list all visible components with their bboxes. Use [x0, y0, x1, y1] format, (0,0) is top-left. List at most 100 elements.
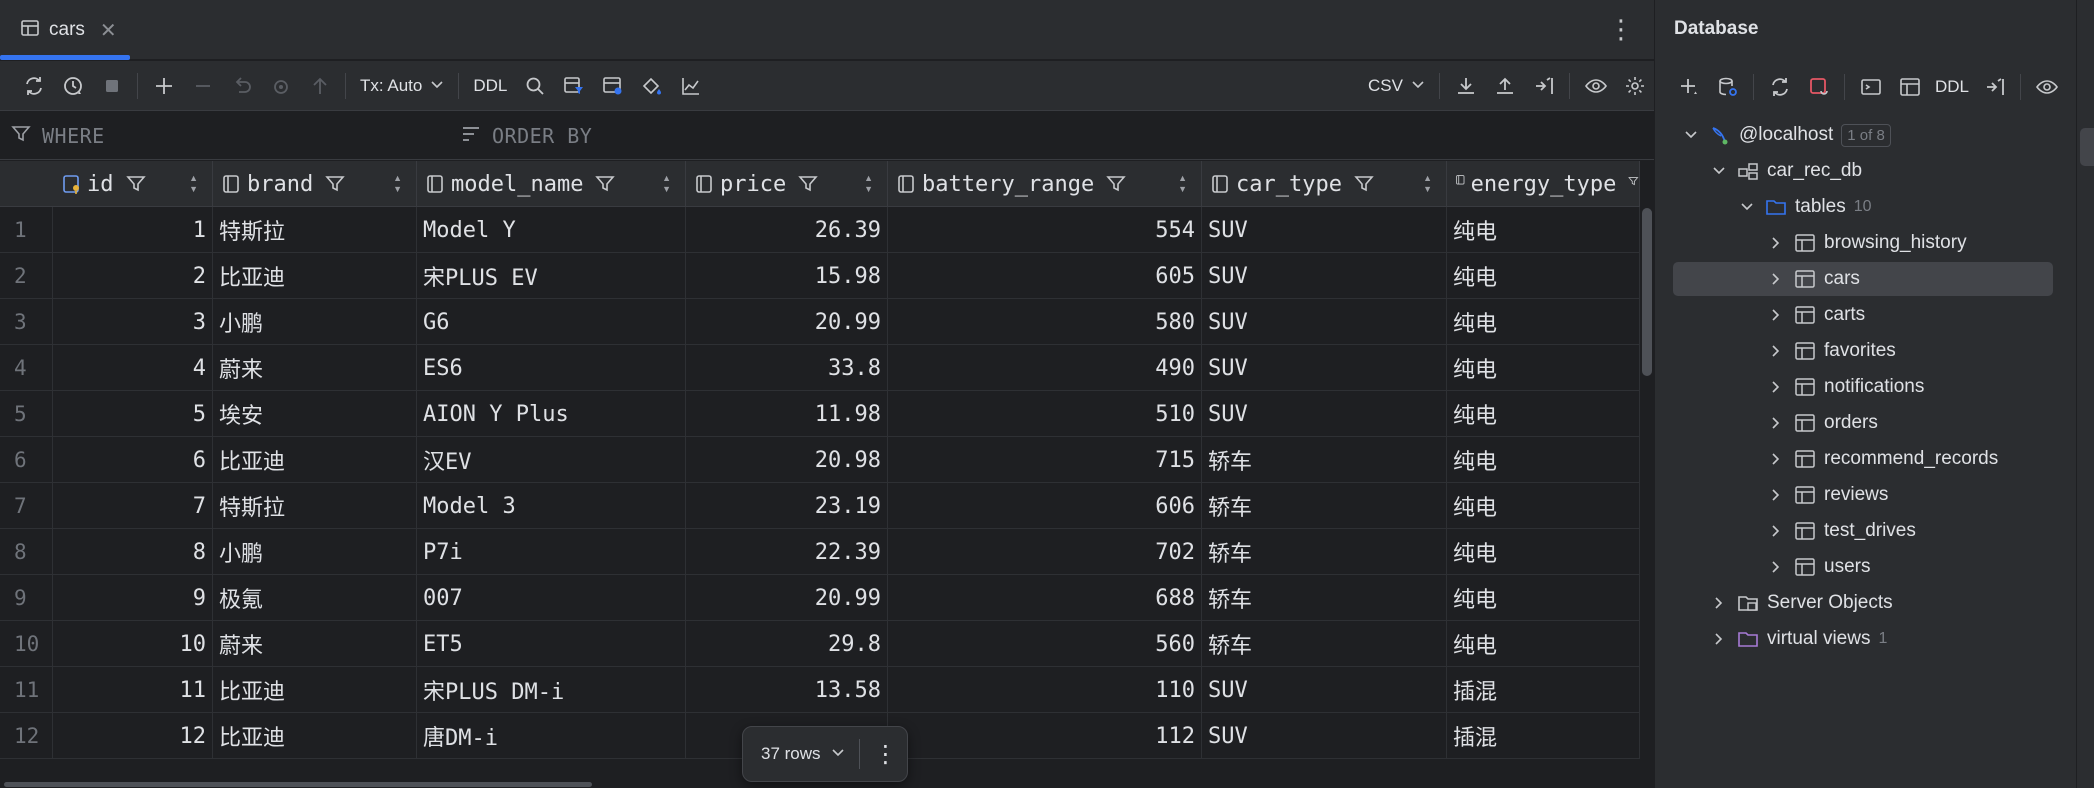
chevron-right-icon[interactable]	[1768, 271, 1784, 287]
cell-brand[interactable]: 蔚来	[213, 345, 417, 391]
chevron-right-icon[interactable]	[1768, 559, 1784, 575]
tree-node-car-rec-db[interactable]: car_rec_db	[1655, 154, 2077, 188]
table-row[interactable]: 9 9 极氪 007 20.99 688 轿车 纯电	[0, 575, 1640, 621]
cell-brand[interactable]: 比亚迪	[213, 253, 417, 299]
chevron-right-icon[interactable]	[1711, 631, 1727, 647]
close-icon[interactable]: ✕	[100, 18, 117, 43]
cell-energy-type[interactable]: 插混	[1447, 713, 1640, 759]
cell-model-name[interactable]: 唐DM-i	[417, 713, 686, 759]
cell-price[interactable]: 26.39	[686, 207, 888, 253]
cell-energy-type[interactable]: 插混	[1447, 667, 1640, 713]
cell-id[interactable]: 2	[53, 253, 213, 299]
compare-icon[interactable]	[1975, 67, 2014, 107]
tree-node-table-recommend-records[interactable]: recommend_records	[1655, 442, 2077, 476]
sort-icon[interactable]: ▲ ▼	[662, 173, 671, 195]
chevron-right-icon[interactable]	[1768, 235, 1784, 251]
cell-brand[interactable]: 比亚迪	[213, 713, 417, 759]
cell-energy-type[interactable]: 纯电	[1447, 529, 1640, 575]
cell-car-type[interactable]: SUV	[1202, 207, 1447, 253]
query-console-icon[interactable]	[1851, 67, 1890, 107]
compare-icon[interactable]	[1524, 66, 1563, 106]
cell-price[interactable]: 33.8	[686, 345, 888, 391]
filter-icon[interactable]	[1106, 174, 1126, 194]
cell-id[interactable]: 12	[53, 713, 213, 759]
cell-price[interactable]: 29.8	[686, 621, 888, 667]
export-format-dropdown[interactable]: CSV	[1360, 66, 1433, 106]
cell-battery-range[interactable]: 702	[888, 529, 1202, 575]
search-icon[interactable]	[515, 66, 554, 106]
cell-price[interactable]: 20.99	[686, 575, 888, 621]
row-count-dropdown[interactable]: 37 rows	[743, 744, 845, 764]
cell-price[interactable]: 23.19	[686, 483, 888, 529]
filter-icon[interactable]	[125, 174, 146, 194]
new-datasource-icon[interactable]	[1669, 67, 1708, 107]
chevron-right-icon[interactable]	[1768, 343, 1784, 359]
cell-car-type[interactable]: 轿车	[1202, 575, 1447, 621]
column-header-battery-range[interactable]: battery_range ▲ ▼	[888, 161, 1202, 207]
cell-car-type[interactable]: SUV	[1202, 667, 1447, 713]
gear-icon[interactable]	[1615, 66, 1654, 106]
cell-car-type[interactable]: SUV	[1202, 345, 1447, 391]
cell-battery-range[interactable]: 554	[888, 207, 1202, 253]
cell-battery-range[interactable]: 110	[888, 667, 1202, 713]
cell-model-name[interactable]: ES6	[417, 345, 686, 391]
sort-icon[interactable]: ▲ ▼	[393, 173, 402, 195]
cell-car-type[interactable]: SUV	[1202, 253, 1447, 299]
cell-id[interactable]: 8	[53, 529, 213, 575]
cell-id[interactable]: 11	[53, 667, 213, 713]
cell-car-type[interactable]: 轿车	[1202, 529, 1447, 575]
horizontal-scrollbar[interactable]	[4, 782, 592, 787]
tree-node-server-objects[interactable]: Server Objects	[1655, 586, 2077, 620]
table-row[interactable]: 2 2 比亚迪 宋PLUS EV 15.98 605 SUV 纯电	[0, 253, 1640, 299]
column-header-model-name[interactable]: model_name ▲ ▼	[417, 161, 686, 207]
more-options-icon[interactable]: ⋮	[1608, 14, 1634, 44]
cell-energy-type[interactable]: 纯电	[1447, 437, 1640, 483]
column-header-energy-type[interactable]: energy_type	[1447, 161, 1640, 207]
chevron-right-icon[interactable]	[1768, 379, 1784, 395]
cell-price[interactable]: 13.58	[686, 667, 888, 713]
tree-node-table-browsing-history[interactable]: browsing_history	[1655, 226, 2077, 260]
table-row[interactable]: 3 3 小鹏 G6 20.99 580 SUV 纯电	[0, 299, 1640, 345]
table-row[interactable]: 10 10 蔚来 ET5 29.8 560 轿车 纯电	[0, 621, 1640, 667]
table-row[interactable]: 11 11 比亚迪 宋PLUS DM-i 13.58 110 SUV 插混	[0, 667, 1640, 713]
cell-battery-range[interactable]: 490	[888, 345, 1202, 391]
cell-car-type[interactable]: 轿车	[1202, 483, 1447, 529]
cell-battery-range[interactable]: 112	[888, 713, 1202, 759]
chevron-down-icon[interactable]	[1711, 163, 1727, 179]
where-filter-input[interactable]: WHERE	[10, 112, 105, 160]
cell-model-name[interactable]: 007	[417, 575, 686, 621]
tree-node-table-notifications[interactable]: notifications	[1655, 370, 2077, 404]
upload-icon[interactable]	[1485, 66, 1524, 106]
transaction-mode-dropdown[interactable]: Tx: Auto	[352, 66, 452, 106]
cell-energy-type[interactable]: 纯电	[1447, 575, 1640, 621]
add-row-icon[interactable]	[144, 66, 183, 106]
tree-node-table-carts[interactable]: carts	[1655, 298, 2077, 332]
tree-node-table-users[interactable]: users	[1655, 550, 2077, 584]
tree-node-table-favorites[interactable]: favorites	[1655, 334, 2077, 368]
cell-id[interactable]: 1	[53, 207, 213, 253]
table-row[interactable]: 4 4 蔚来 ES6 33.8 490 SUV 纯电	[0, 345, 1640, 391]
cell-car-type[interactable]: 轿车	[1202, 437, 1447, 483]
column-header-price[interactable]: price ▲ ▼	[686, 161, 888, 207]
table-row[interactable]: 1 1 特斯拉 Model Y 26.39 554 SUV 纯电	[0, 207, 1640, 253]
chevron-right-icon[interactable]	[1768, 307, 1784, 323]
cell-battery-range[interactable]: 715	[888, 437, 1202, 483]
table-row[interactable]: 6 6 比亚迪 汉EV 20.98 715 轿车 纯电	[0, 437, 1640, 483]
cell-car-type[interactable]: SUV	[1202, 299, 1447, 345]
tree-node-table-orders[interactable]: orders	[1655, 406, 2077, 440]
tree-node-tables[interactable]: tables 10	[1655, 190, 2077, 224]
cell-energy-type[interactable]: 纯电	[1447, 345, 1640, 391]
datasource-properties-icon[interactable]	[1708, 67, 1747, 107]
filter-icon[interactable]	[595, 174, 616, 194]
cell-id[interactable]: 5	[53, 391, 213, 437]
cell-energy-type[interactable]: 纯电	[1447, 207, 1640, 253]
cell-model-name[interactable]: 宋PLUS DM-i	[417, 667, 686, 713]
cell-brand[interactable]: 埃安	[213, 391, 417, 437]
cell-id[interactable]: 6	[53, 437, 213, 483]
cell-car-type[interactable]: SUV	[1202, 391, 1447, 437]
cell-energy-type[interactable]: 纯电	[1447, 483, 1640, 529]
eye-icon[interactable]	[1576, 66, 1615, 106]
table-row[interactable]: 5 5 埃安 AION Y Plus 11.98 510 SUV 纯电	[0, 391, 1640, 437]
cell-battery-range[interactable]: 606	[888, 483, 1202, 529]
tool-window-button[interactable]	[2080, 128, 2094, 166]
